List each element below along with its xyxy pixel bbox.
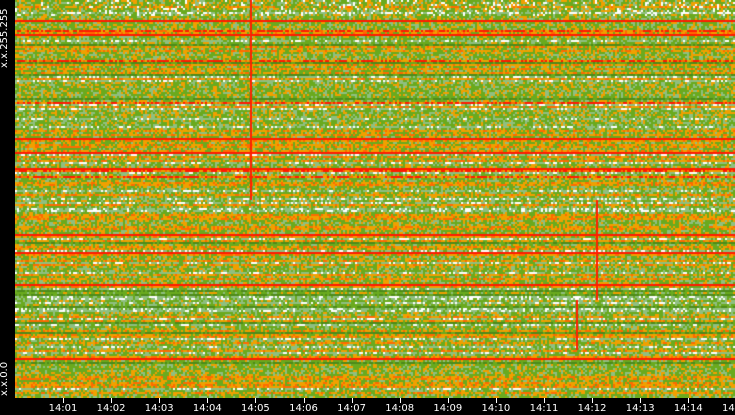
x-tick-label: 14:08	[385, 403, 415, 414]
x-tick-label: 14:09	[433, 403, 463, 414]
y-label-bottom: x.x.0.0	[0, 361, 10, 396]
y-label-top: x.x.255.255	[0, 8, 10, 68]
x-tick-label: 14:05	[240, 403, 270, 414]
x-tick-label: 14:01	[48, 403, 78, 414]
x-tick-label: 14:15	[721, 403, 735, 414]
x-tick-label: 14:04	[192, 403, 222, 414]
x-tick-label: 14:10	[481, 403, 511, 414]
x-tick-label: 14:14	[673, 403, 703, 414]
x-tick-label: 14:11	[529, 403, 559, 414]
x-tick-label: 14:07	[337, 403, 367, 414]
x-tick-label: 14:13	[625, 403, 655, 414]
x-tick-label: 14:12	[577, 403, 607, 414]
x-tick-label: 14:06	[289, 403, 318, 414]
heatmap-canvas	[15, 0, 735, 398]
x-tick-label: 14:02	[96, 403, 126, 414]
heatmap-chart: x.x.255.255 x.x.0.0 14:01 14:02 14:03 14:04…	[0, 0, 735, 415]
x-tick-label: 14:03	[144, 403, 174, 414]
